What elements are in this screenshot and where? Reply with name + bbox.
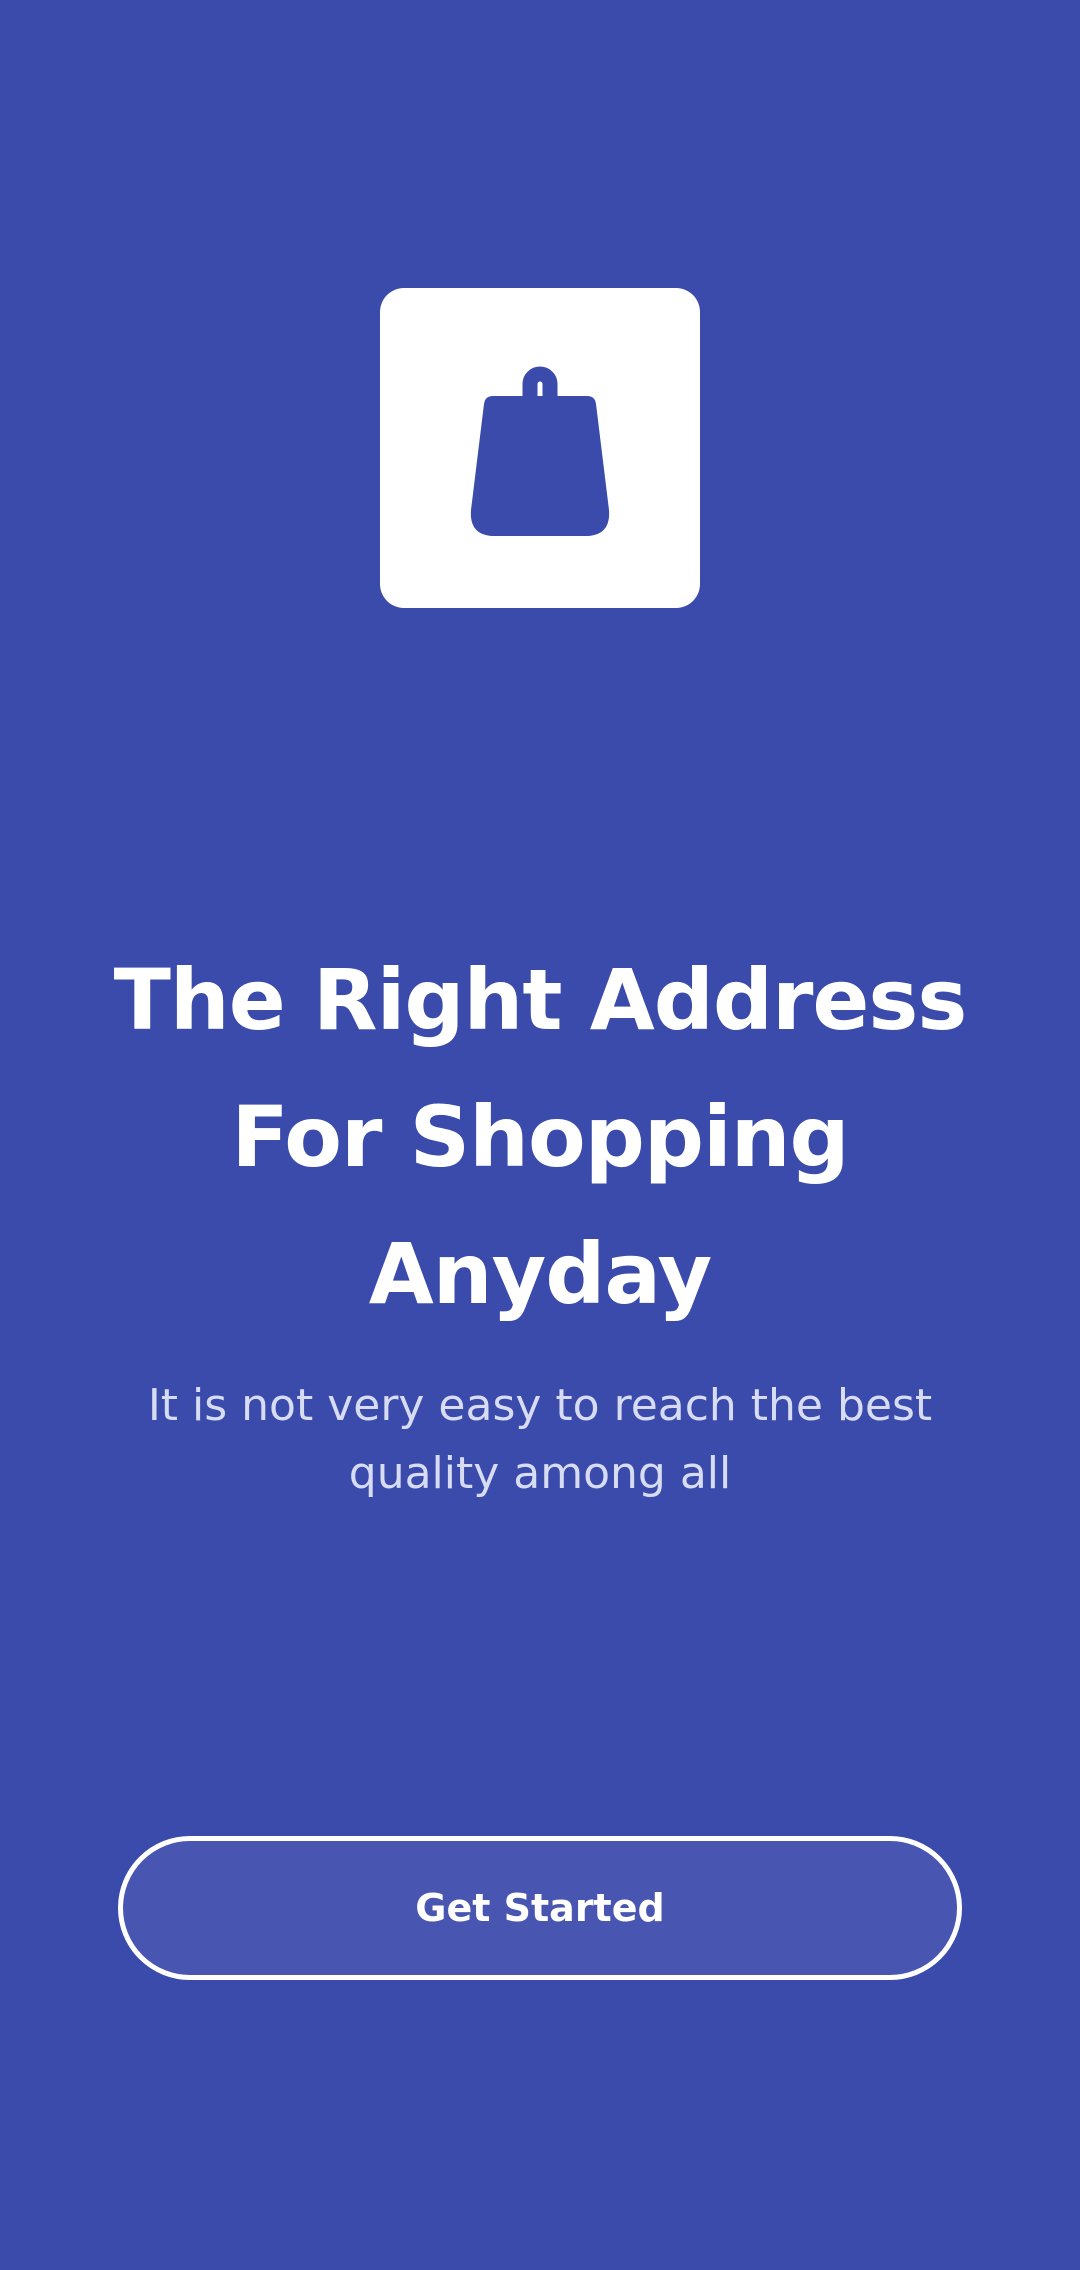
subtitle-line-2: quality among all (348, 1448, 732, 1499)
headline: The Right Address For Shopping Anyday (80, 932, 1000, 1343)
get-started-button[interactable]: Get Started (118, 1836, 962, 1980)
get-started-label: Get Started (415, 1886, 665, 1930)
subtitle: It is not very easy to reach the best qu… (100, 1372, 980, 1508)
headline-line-1: The Right Address (113, 951, 968, 1049)
shopping-bag-icon (470, 366, 610, 536)
subtitle-line-1: It is not very easy to reach the best (147, 1380, 933, 1431)
app-logo (380, 288, 700, 608)
headline-line-2: For Shopping (231, 1088, 849, 1186)
headline-line-3: Anyday (368, 1225, 713, 1323)
